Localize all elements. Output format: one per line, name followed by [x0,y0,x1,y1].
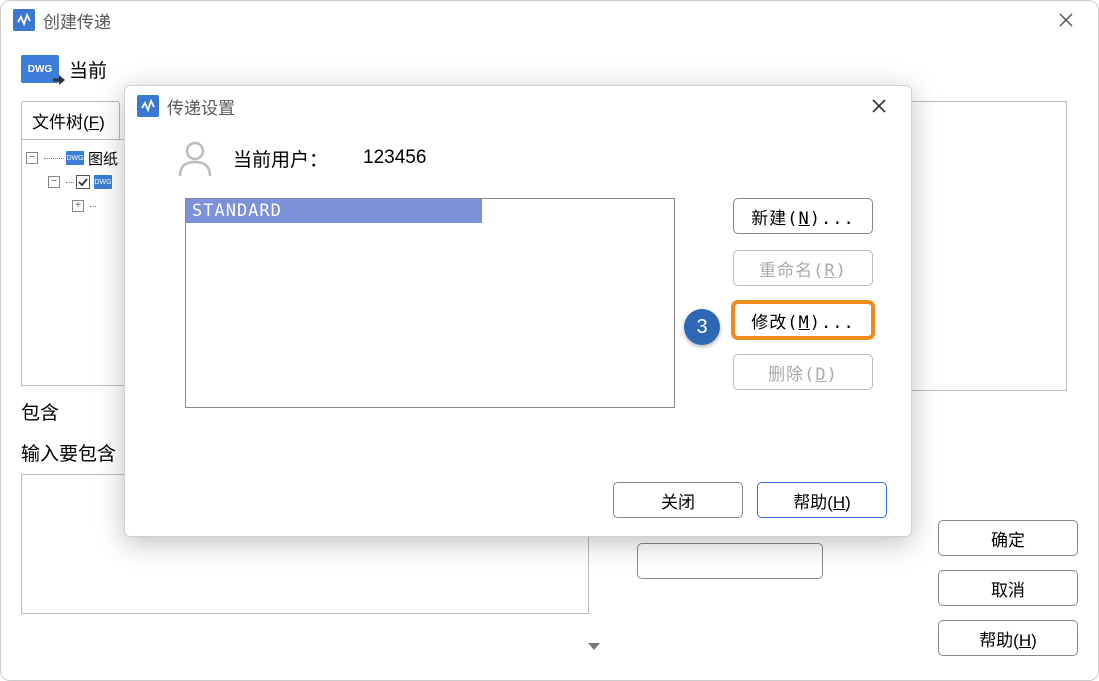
current-label: 当前 [69,56,107,83]
settings-button-bg[interactable] [637,543,823,579]
user-label: 当前用户： [233,145,363,172]
expand-icon[interactable]: − [26,152,38,164]
main-action-buttons: 确定 取消 帮助(H) [938,520,1078,656]
dialog-titlebar: 传递设置 [125,86,911,126]
dialog-help-button[interactable]: 帮助(H) [757,482,887,518]
user-icon [175,138,215,178]
tab-file-tree[interactable]: 文件树(F) [21,101,120,139]
dialog-bottom-buttons: 关闭 帮助(H) [613,482,887,518]
expand-icon[interactable]: + [72,200,84,212]
user-value: 123456 [363,147,426,169]
rename-button: 重命名(R) [733,250,873,286]
step-badge-3: 3 [684,309,720,345]
dwg-small-icon: DWG [66,151,84,165]
modify-button[interactable]: 修改(M)... [733,302,873,338]
cancel-button[interactable]: 取消 [938,570,1078,606]
settings-listbox[interactable]: STANDARD [185,198,675,408]
app-icon [137,95,159,117]
dwg-icon: DWG [21,55,59,83]
dropdown-icon[interactable] [585,639,603,657]
dialog-title: 传递设置 [167,94,235,119]
delete-button: 删除(D) [733,354,873,390]
close-button[interactable]: 关闭 [613,482,743,518]
app-icon [13,9,35,31]
expand-icon[interactable]: − [48,176,60,188]
main-close-button[interactable] [1046,5,1086,35]
dialog-body: 当前用户： 123456 STANDARD 新建(N)... 重命名(R) 修改… [125,126,911,536]
notes-label: 输入要包含 [21,444,116,465]
list-side-buttons: 新建(N)... 重命名(R) 修改(M)... 删除(D) [733,198,873,390]
tree-checkbox[interactable] [76,175,90,189]
ok-button[interactable]: 确定 [938,520,1078,556]
dialog-close-button[interactable] [859,91,899,121]
new-button[interactable]: 新建(N)... [733,198,873,234]
help-button[interactable]: 帮助(H) [938,620,1078,656]
main-titlebar: 创建传递 [1,1,1098,39]
include-label: 包含 [21,398,59,425]
list-item-standard[interactable]: STANDARD [186,199,482,223]
main-window-title: 创建传递 [43,8,111,33]
current-user-row: 当前用户： 123456 [175,138,887,178]
dwg-small-icon: DWG [94,175,112,189]
transfer-settings-dialog: 传递设置 当前用户： 123456 STANDARD 新建(N)... 重命名(… [124,85,912,537]
tree-root-label: 图纸 [88,148,118,169]
